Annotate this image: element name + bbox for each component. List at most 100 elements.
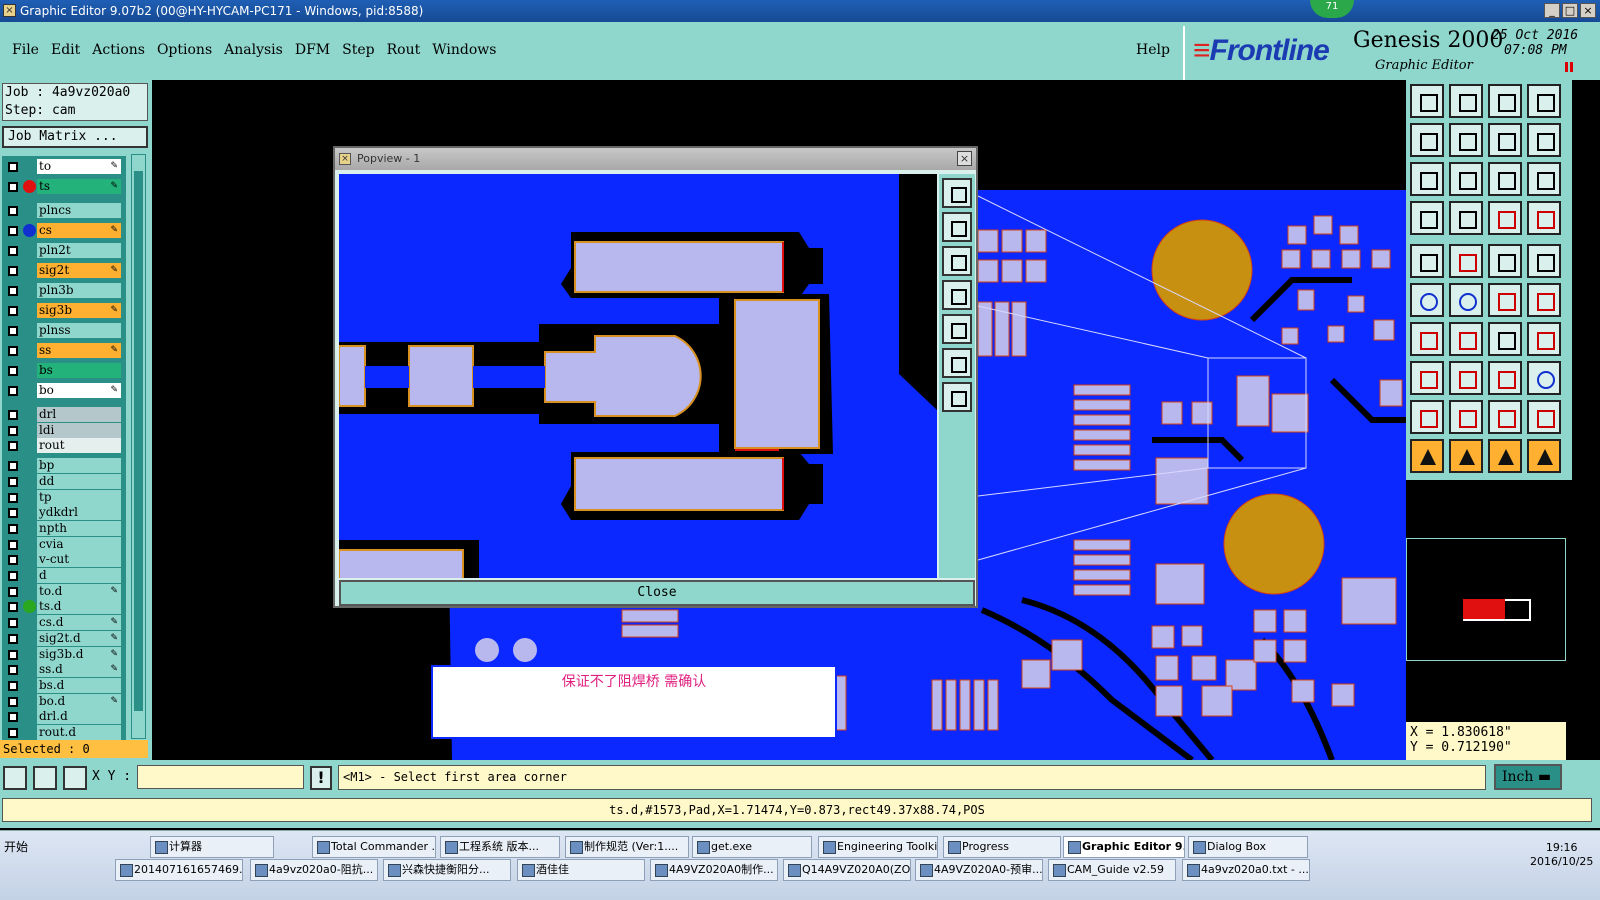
layer-checkbox[interactable] [8, 602, 18, 613]
execute-button[interactable]: ! [310, 766, 332, 790]
layer-row-ts[interactable]: ts ✎ [2, 179, 126, 194]
taskbar-item[interactable]: Total Commander ... [312, 836, 436, 858]
menu-file[interactable]: File [6, 42, 45, 58]
help-icon[interactable] [1527, 162, 1561, 196]
layer-name[interactable]: cs ✎ [37, 223, 121, 238]
layer-name[interactable]: cs.d ✎ [37, 615, 121, 631]
add-pad-icon[interactable] [1410, 244, 1444, 278]
triangle-1-icon[interactable] [1410, 400, 1444, 434]
layer-row-ldi[interactable]: ldi [2, 422, 126, 438]
layer-checkbox[interactable] [8, 326, 18, 336]
layer-row-dd[interactable]: dd [2, 473, 126, 489]
grid-icon[interactable] [1449, 201, 1483, 235]
taskbar-item[interactable]: 201407161657469... [115, 859, 243, 881]
popview-zoom-out-icon[interactable] [942, 382, 972, 412]
layer-checkbox[interactable] [8, 410, 18, 420]
layer-checkbox[interactable] [8, 712, 18, 723]
layer-row-sig2t[interactable]: sig2t ✎ [2, 263, 126, 278]
minimize-button[interactable]: _ [1544, 3, 1560, 18]
layer-checkbox[interactable] [8, 649, 18, 660]
add-line-icon[interactable] [1449, 244, 1483, 278]
layer-name[interactable]: to.d ✎ [37, 583, 121, 599]
taskbar-item[interactable]: Graphic Editor 9... [1063, 836, 1185, 858]
snap-icon[interactable] [3, 766, 27, 790]
taskbar-item[interactable]: 制作规范 (Ver:1.... [565, 836, 689, 858]
popview-canvas[interactable] [339, 174, 937, 578]
layer-checkbox[interactable] [8, 425, 18, 436]
zoom-fit-icon[interactable] [1410, 162, 1444, 196]
triangle-4-icon[interactable] [1527, 400, 1561, 434]
layer-checkbox[interactable] [8, 555, 18, 566]
layer-row-to.d[interactable]: to.d ✎ [2, 583, 126, 599]
popview-pan-left-icon[interactable] [942, 280, 972, 310]
triangle-3-icon[interactable] [1488, 400, 1522, 434]
popview-pan-up-icon[interactable] [942, 212, 972, 242]
menu-options[interactable]: Options [151, 42, 218, 58]
layer-compare-icon[interactable] [1488, 201, 1522, 235]
layer-checkbox[interactable] [8, 206, 18, 216]
layer-checkbox[interactable] [8, 696, 18, 707]
layer-checkbox[interactable] [8, 182, 18, 192]
taskbar-item[interactable]: 4A9VZ020A0-预审... [915, 859, 1043, 881]
menu-actions[interactable]: Actions [86, 42, 151, 58]
layer-name[interactable]: pln2t [37, 243, 121, 258]
layer-checkbox[interactable] [8, 571, 18, 581]
layer-row-drl.d[interactable]: drl.d [2, 709, 126, 725]
triangle-2-icon[interactable] [1449, 400, 1483, 434]
layer-row-rout[interactable]: rout [2, 438, 126, 454]
menu-edit[interactable]: Edit [45, 42, 86, 58]
taskbar-item[interactable]: Progress [943, 836, 1061, 858]
layer-row-bs[interactable]: bs [2, 363, 126, 378]
layer-name[interactable]: bs.d [37, 677, 121, 693]
resize-icon[interactable] [1527, 361, 1561, 395]
grid-icon[interactable] [63, 766, 87, 790]
layer-row-rout.d[interactable]: rout.d [2, 725, 126, 740]
move-right-icon[interactable] [1449, 123, 1483, 157]
popview-titlebar[interactable]: × Popview - 1 × [335, 148, 976, 170]
taskbar-item[interactable]: 4a9vz020a0-阻抗... [250, 859, 378, 881]
layer-row-sig3b.d[interactable]: sig3b.d ✎ [2, 646, 126, 662]
layer-checkbox[interactable] [8, 492, 18, 503]
layer-name[interactable]: pln3b [37, 283, 121, 298]
measure-icon[interactable] [33, 766, 57, 790]
layer-row-cs.d[interactable]: cs.d ✎ [2, 615, 126, 631]
layer-row-ts.d[interactable]: ts.d [2, 599, 126, 615]
layer-checkbox[interactable] [8, 346, 18, 356]
layer-row-sig2t.d[interactable]: sig2t.d ✎ [2, 630, 126, 646]
layer-row-bs.d[interactable]: bs.d [2, 677, 126, 693]
layer-row-bo[interactable]: bo ✎ [2, 383, 126, 398]
layer-name[interactable]: cvia [37, 536, 121, 552]
minimap-viewport[interactable] [1463, 599, 1531, 621]
select-3-icon[interactable] [1488, 439, 1522, 473]
layer-checkbox[interactable] [8, 665, 18, 676]
taskbar-item[interactable]: CAM_Guide v2.59 [1048, 859, 1176, 881]
maximize-button[interactable]: □ [1562, 3, 1578, 18]
start-button[interactable]: 开始 [4, 838, 28, 855]
menu-analysis[interactable]: Analysis [218, 42, 289, 58]
layer-name[interactable]: sig2t.d ✎ [37, 630, 121, 646]
layer-checkbox[interactable] [8, 476, 18, 487]
layer-name[interactable]: bs [37, 363, 121, 378]
layer-name[interactable]: plncs [37, 203, 121, 218]
layer-row-v-cut[interactable]: v-cut [2, 552, 126, 568]
layer-name[interactable]: ss ✎ [37, 343, 121, 358]
popview-pan-down-icon[interactable] [942, 246, 972, 276]
layer-checkbox[interactable] [8, 366, 18, 376]
outline-icon[interactable] [1527, 322, 1561, 356]
layer-name[interactable]: plnss [37, 323, 121, 338]
move-feature-icon[interactable] [1410, 361, 1444, 395]
zoom-1to1-icon[interactable] [1488, 162, 1522, 196]
layer-checkbox[interactable] [8, 586, 18, 597]
window-icon[interactable] [1527, 84, 1561, 118]
layer-checkbox[interactable] [8, 441, 18, 452]
taskbar-item[interactable]: 计算器 [150, 836, 274, 858]
popview-pan-right-icon[interactable] [942, 314, 972, 344]
layer-row-ss.d[interactable]: ss.d ✎ [2, 662, 126, 678]
layer-checkbox[interactable] [8, 633, 18, 644]
delete-icon[interactable] [1449, 283, 1483, 317]
job-matrix-button[interactable]: Job Matrix ... [2, 126, 148, 148]
layer-checkbox[interactable] [8, 162, 18, 172]
layer-row-cs[interactable]: cs ✎ [2, 223, 126, 238]
layer-name[interactable]: sig2t ✎ [37, 263, 121, 278]
layer-checkbox[interactable] [8, 508, 18, 519]
